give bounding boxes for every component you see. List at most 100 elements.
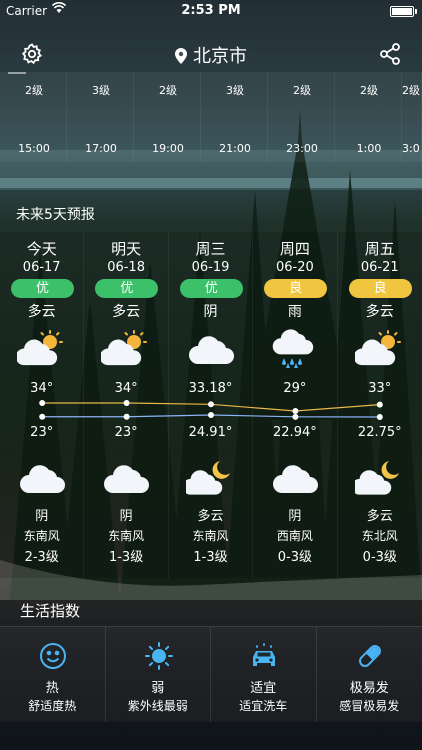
- high-temp-point: [292, 408, 299, 414]
- hourly-time: 3:0: [402, 142, 420, 155]
- status-bar: Carrier 2:53 PM: [0, 0, 422, 22]
- city-name: 北京市: [193, 46, 247, 67]
- forecast-title: 未来5天预报: [16, 207, 95, 223]
- high-temp-point: [376, 401, 383, 408]
- aqi-badge: 优: [95, 279, 159, 298]
- nav-bar: 北京市: [0, 36, 422, 72]
- low-temp: 22.75°: [357, 425, 402, 440]
- low-temp-point: [39, 413, 46, 420]
- hourly-item: 3级 21:00: [201, 72, 268, 162]
- day-name: 周五: [364, 240, 395, 258]
- low-temp-point: [376, 414, 383, 420]
- temperature-trend-chart: [39, 400, 383, 420]
- wind-level: 1-3级: [108, 550, 144, 565]
- aqi-badge: 良: [264, 279, 328, 298]
- life-index-comfort[interactable]: 热 舒适度热: [0, 626, 106, 722]
- day-condition: 雨: [287, 304, 302, 320]
- hourly-time: 15:00: [18, 142, 50, 155]
- status-time: 2:53 PM: [181, 3, 241, 18]
- cloud-moon-icon: [182, 457, 236, 497]
- day-name: 周四: [279, 240, 310, 258]
- partly-cloudy-icon: [15, 328, 67, 368]
- cloud-icon: [186, 328, 236, 368]
- partly-cloudy-icon: [100, 328, 151, 368]
- life-index-cold[interactable]: 极易发 感冒极易发: [316, 626, 422, 722]
- life-index-value: 热: [45, 681, 59, 696]
- aqi-badge: 良: [348, 279, 412, 298]
- life-index-uv[interactable]: 弱 紫外线最弱: [105, 626, 211, 722]
- city-title[interactable]: 北京市: [0, 42, 422, 68]
- high-temp-point: [123, 400, 130, 406]
- low-temp: 22.94°: [273, 425, 317, 440]
- hourly-wind: 3级: [226, 84, 244, 97]
- life-index-value: 极易发: [349, 681, 389, 696]
- night-condition: 阴: [35, 509, 49, 524]
- hourly-wind: 2级: [25, 84, 43, 97]
- wind-level: 0-3级: [362, 550, 397, 565]
- hourly-time: 23:00: [286, 142, 318, 155]
- wind-direction: 东南风: [23, 529, 60, 543]
- day-date: 06-19: [191, 260, 230, 275]
- life-index-carwash[interactable]: 适宜 适宜洗车: [211, 626, 317, 722]
- night-condition: 多云: [366, 509, 393, 524]
- hourly-wind: 2级: [293, 84, 311, 97]
- share-icon[interactable]: [378, 42, 402, 66]
- rain-icon: [270, 328, 320, 370]
- night-condition: 多云: [197, 509, 224, 524]
- hourly-wind: 2级: [159, 84, 177, 97]
- hourly-time: 19:00: [152, 142, 184, 155]
- cloud-moon-icon: [351, 457, 405, 497]
- life-index-value: 适宜: [250, 681, 277, 696]
- wind-direction: 东南风: [192, 529, 229, 543]
- car-wash-icon: [253, 643, 275, 666]
- day-date: 06-20: [275, 260, 314, 275]
- low-temp-point: [123, 413, 130, 420]
- hourly-wind: 2级: [402, 84, 420, 97]
- low-temp: 24.91°: [188, 425, 233, 440]
- life-index-title: 生活指数: [20, 602, 81, 620]
- hourly-time: 17:00: [85, 142, 117, 155]
- day-date: 06-18: [107, 260, 145, 275]
- life-index-desc: 感冒极易发: [339, 699, 400, 713]
- low-temp: 23°: [30, 425, 54, 440]
- hourly-item: 2级 1:00: [335, 72, 402, 162]
- cloud-icon: [17, 457, 67, 497]
- day-condition: 多云: [365, 304, 394, 320]
- sun-icon: [144, 642, 173, 670]
- life-index-desc: 舒适度热: [28, 699, 77, 713]
- aqi-badge: 优: [11, 279, 74, 298]
- day-condition: 多云: [27, 304, 56, 320]
- night-condition: 阴: [288, 509, 302, 524]
- cloud-icon: [270, 457, 320, 497]
- day-condition: 多云: [112, 304, 141, 320]
- hourly-time: 1:00: [356, 142, 382, 155]
- hourly-item: 2级 15:00: [0, 72, 67, 162]
- aqi-badge: 优: [179, 279, 243, 298]
- low-temp-point: [208, 412, 214, 418]
- low-temp-point: [292, 413, 299, 420]
- high-temp-point: [39, 400, 46, 406]
- wind-direction: 东南风: [108, 529, 145, 543]
- wind-level: 2-3级: [24, 550, 59, 565]
- partly-cloudy-icon: [353, 328, 405, 368]
- wind-direction: 西南风: [276, 529, 313, 543]
- day-condition: 阴: [203, 304, 218, 320]
- day-date: 06-17: [22, 260, 61, 275]
- hourly-time: 21:00: [219, 142, 251, 155]
- life-index-desc: 适宜洗车: [239, 699, 288, 713]
- wind-direction: 东北风: [361, 529, 398, 543]
- hourly-item: 2级 19:00: [134, 72, 201, 162]
- hourly-wind: 2级: [360, 84, 378, 97]
- battery-tip: [415, 9, 417, 14]
- hourly-item: 3级 17:00: [67, 72, 134, 162]
- life-index-desc: 紫外线最弱: [127, 699, 188, 713]
- low-temp: 23°: [114, 425, 138, 440]
- hourly-wind: 3级: [92, 84, 110, 97]
- day-name: 今天: [26, 240, 57, 258]
- hourly-forecast-strip[interactable]: 2级 15:00 3级 17:00 2级 19:00 3级 21:00 2级 23:00 …: [0, 72, 422, 162]
- pill-icon: [358, 645, 381, 667]
- hourly-item: 2级 23:00: [268, 72, 335, 162]
- day-name: 周三: [195, 240, 226, 258]
- day-date: 06-21: [360, 260, 399, 275]
- cloud-icon: [101, 457, 151, 497]
